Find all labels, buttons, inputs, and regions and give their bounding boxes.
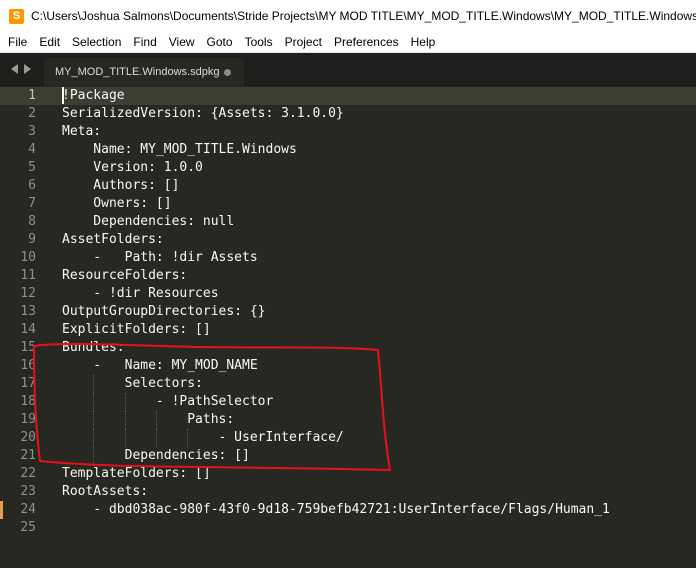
title-bar: S C:\Users\Joshua Salmons\Documents\Stri…: [0, 0, 696, 32]
line-number: 8: [28, 214, 36, 229]
line-number: 4: [28, 142, 36, 157]
code-text: ExplicitFolders: []: [62, 322, 211, 337]
menu-view[interactable]: View: [163, 32, 201, 52]
menu-bar: File Edit Selection Find View Goto Tools…: [0, 32, 696, 53]
code-text: Dependencies: null: [62, 214, 235, 229]
code-text: !Package: [62, 88, 125, 103]
code-editor[interactable]: 1 !Package 2 SerializedVersion: {Assets: 3.…: [0, 86, 696, 568]
code-line: 15 Bundles:: [0, 339, 696, 357]
code-text: ResourceFolders:: [62, 268, 188, 283]
code-text: Meta:: [62, 124, 102, 139]
line-number: 19: [20, 412, 36, 427]
code-line: 8 Dependencies: null: [0, 213, 696, 231]
code-line: 14 ExplicitFolders: []: [0, 321, 696, 339]
code-text: Dependencies: []: [62, 448, 250, 463]
code-line: 22 TemplateFolders: []: [0, 465, 696, 483]
code-text: Selectors:: [62, 376, 203, 391]
code-line: 13 OutputGroupDirectories: {}: [0, 303, 696, 321]
code-line: 11 ResourceFolders:: [0, 267, 696, 285]
line-number: 25: [20, 520, 36, 535]
menu-selection[interactable]: Selection: [66, 32, 127, 52]
line-number: 12: [20, 286, 36, 301]
code-text: RootAssets:: [62, 484, 149, 499]
code-text: - !dir Resources: [62, 286, 219, 301]
code-line: 3 Meta:: [0, 123, 696, 141]
code-text: - UserInterface/: [62, 430, 344, 445]
code-text: TemplateFolders: []: [62, 466, 211, 481]
line-number: 21: [20, 448, 36, 463]
line-number: 22: [20, 466, 36, 481]
tab-file[interactable]: MY_MOD_TITLE.Windows.sdpkg: [44, 58, 244, 86]
code-text: Bundles:: [62, 340, 125, 355]
code-line: 16 - Name: MY_MOD_NAME: [0, 357, 696, 375]
menu-file[interactable]: File: [0, 32, 33, 52]
line-number: 6: [28, 178, 36, 193]
line-number: 14: [20, 322, 36, 337]
code-line: 1 !Package: [0, 87, 696, 105]
line-number: 9: [28, 232, 36, 247]
dot-icon[interactable]: [224, 69, 231, 76]
line-number: 1: [28, 88, 36, 103]
menu-edit[interactable]: Edit: [33, 32, 66, 52]
line-number: 15: [20, 340, 36, 355]
code-line: 2 SerializedVersion: {Assets: 3.1.0.0}: [0, 105, 696, 123]
menu-goto[interactable]: Goto: [201, 32, 239, 52]
code-line: 6 Authors: []: [0, 177, 696, 195]
menu-project[interactable]: Project: [279, 32, 328, 52]
menu-tools[interactable]: Tools: [239, 32, 279, 52]
tab-label: MY_MOD_TITLE.Windows.sdpkg: [55, 66, 220, 78]
code-line: 5 Version: 1.0.0: [0, 159, 696, 177]
arrow-left-icon[interactable]: [11, 64, 18, 74]
code-line: 25: [0, 519, 696, 537]
code-text: SerializedVersion: {Assets: 3.1.0.0}: [62, 106, 344, 121]
sublime-text-icon: S: [9, 8, 24, 24]
modified-line-marker: [0, 501, 3, 519]
arrow-right-icon[interactable]: [24, 64, 31, 74]
line-number: 11: [20, 268, 36, 283]
code-line: 23 RootAssets:: [0, 483, 696, 501]
line-number: 24: [20, 502, 36, 517]
line-number: 3: [28, 124, 36, 139]
line-number: 23: [20, 484, 36, 499]
line-number: 13: [20, 304, 36, 319]
text-cursor: [62, 87, 64, 104]
code-line: 18 - !PathSelector: [0, 393, 696, 411]
line-number: 10: [20, 250, 36, 265]
code-line: 19 Paths:: [0, 411, 696, 429]
code-text: OutputGroupDirectories: {}: [62, 304, 266, 319]
code-text: - dbd038ac-980f-43f0-9d18-759befb42721:U…: [62, 502, 610, 517]
code-text: Name: MY_MOD_TITLE.Windows: [62, 142, 297, 157]
line-number: 17: [20, 376, 36, 391]
line-number: 20: [20, 430, 36, 445]
code-text: Version: 1.0.0: [62, 160, 203, 175]
line-number: 5: [28, 160, 36, 175]
line-number: 18: [20, 394, 36, 409]
code-line: 7 Owners: []: [0, 195, 696, 213]
code-text: - !PathSelector: [62, 394, 274, 409]
code-line: 21 Dependencies: []: [0, 447, 696, 465]
code-text: Owners: []: [62, 196, 172, 211]
code-text: Authors: []: [62, 178, 180, 193]
menu-preferences[interactable]: Preferences: [328, 32, 405, 52]
line-number: 2: [28, 106, 36, 121]
code-line: 10 - Path: !dir Assets: [0, 249, 696, 267]
code-line: 17 Selectors:: [0, 375, 696, 393]
code-line: 9 AssetFolders:: [0, 231, 696, 249]
code-line: 24 - dbd038ac-980f-43f0-9d18-759befb4272…: [0, 501, 696, 519]
code-line: 20 - UserInterface/: [0, 429, 696, 447]
line-number: 16: [20, 358, 36, 373]
code-text: - Name: MY_MOD_NAME: [62, 358, 258, 373]
code-line: 12 - !dir Resources: [0, 285, 696, 303]
tab-bar: MY_MOD_TITLE.Windows.sdpkg: [0, 53, 696, 86]
window-title: C:\Users\Joshua Salmons\Documents\Stride…: [31, 9, 696, 23]
menu-help[interactable]: Help: [405, 32, 442, 52]
line-number: 7: [28, 196, 36, 211]
code-text: AssetFolders:: [62, 232, 164, 247]
code-line: 4 Name: MY_MOD_TITLE.Windows: [0, 141, 696, 159]
code-text: - Path: !dir Assets: [62, 250, 258, 265]
code-text: Paths:: [62, 412, 235, 427]
menu-find[interactable]: Find: [127, 32, 162, 52]
